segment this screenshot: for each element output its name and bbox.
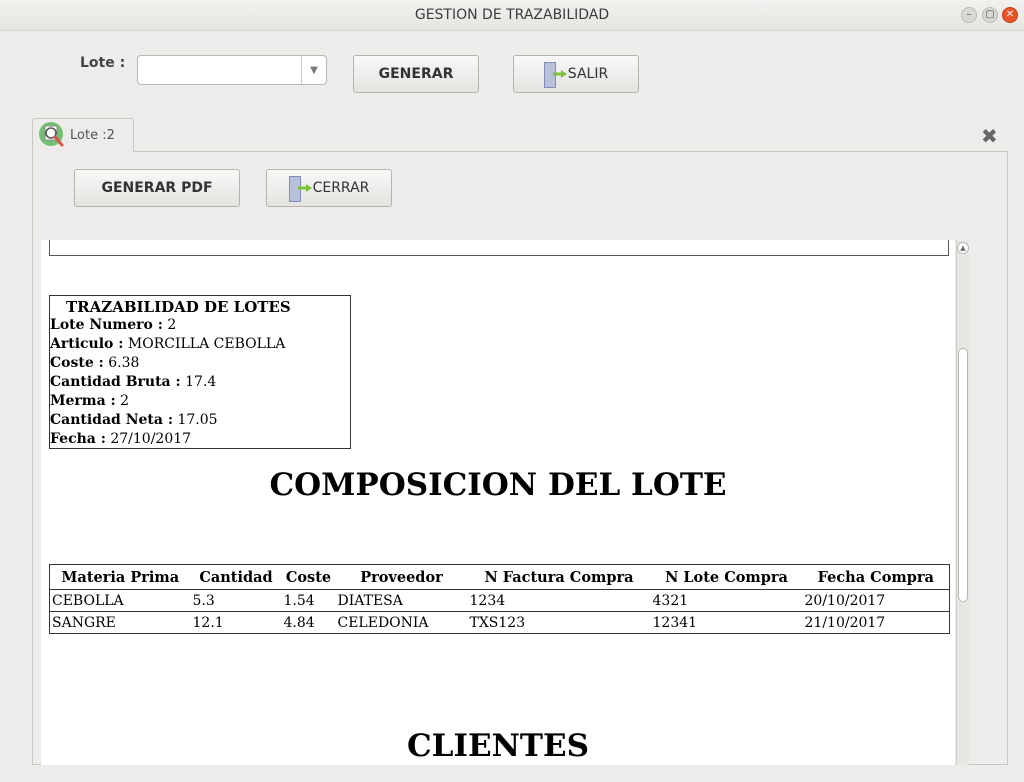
cerrar-button[interactable]: CERRAR xyxy=(266,169,392,207)
column-header: Coste xyxy=(281,564,336,590)
composition-heading: COMPOSICION DEL LOTE xyxy=(269,467,727,503)
table-cell: CELEDONIA xyxy=(335,611,468,634)
column-header: Proveedor xyxy=(335,564,468,590)
table-row: CEBOLLA 5.3 1.54 DIATESA 1234 4321 20/10… xyxy=(50,590,950,612)
table-cell: TXS123 xyxy=(467,611,651,634)
table-cell: 12341 xyxy=(650,611,803,634)
column-header: N Factura Compra xyxy=(467,564,651,590)
cerrar-button-label: CERRAR xyxy=(312,180,370,196)
exit-door-icon xyxy=(543,60,567,88)
generar-pdf-button-label: GENERAR PDF xyxy=(101,180,213,196)
info-row: Cantidad Bruta : 17.4 xyxy=(50,374,217,390)
window-title: GESTION DE TRAZABILIDAD xyxy=(414,7,610,23)
info-row: Lote Numero : 2 xyxy=(50,317,177,333)
generar-button[interactable]: GENERAR xyxy=(353,55,479,93)
salir-button[interactable]: SALIR xyxy=(513,55,639,93)
table-cell: SANGRE xyxy=(49,611,191,634)
close-window-button[interactable]: ✕ xyxy=(1002,7,1018,23)
report-header-box xyxy=(49,240,949,256)
info-row: Coste : 6.38 xyxy=(50,355,140,371)
minimize-button[interactable]: – xyxy=(961,7,977,23)
table-cell: CEBOLLA xyxy=(52,592,124,609)
tab-lote-2[interactable]: Lote :2 xyxy=(32,118,134,152)
column-header: Cantidad xyxy=(190,564,282,590)
table-cell: 4.84 xyxy=(281,611,336,634)
table-cell: DIATESA xyxy=(337,592,403,609)
table-cell: 1.54 xyxy=(283,592,315,609)
report-viewer[interactable]: TRAZABILIDAD DE LOTES Lote Numero : 2 Ar… xyxy=(41,240,955,765)
lote-combobox[interactable]: ▼ xyxy=(137,55,327,85)
generar-button-label: GENERAR xyxy=(378,66,454,82)
generar-pdf-button[interactable]: GENERAR PDF xyxy=(74,169,240,207)
table-cell: 4321 xyxy=(652,592,689,609)
title-bar: GESTION DE TRAZABILIDAD – ▢ ✕ xyxy=(0,0,1024,31)
table-cell: 21/10/2017 xyxy=(802,611,950,634)
info-row: Fecha : 27/10/2017 xyxy=(50,431,192,447)
report-scrollbar[interactable]: ▲ xyxy=(956,240,969,765)
scroll-up-icon[interactable]: ▲ xyxy=(957,242,969,254)
clients-heading: CLIENTES xyxy=(406,728,590,764)
table-cell: 20/10/2017 xyxy=(804,592,886,609)
close-tab-icon[interactable]: ✖ xyxy=(981,124,998,148)
exit-door-icon xyxy=(288,174,312,202)
column-header: Materia Prima xyxy=(49,564,191,590)
maximize-button[interactable]: ▢ xyxy=(982,7,998,23)
table-cell: 5.3 xyxy=(192,592,215,609)
salir-button-label: SALIR xyxy=(567,66,609,82)
info-title: TRAZABILIDAD DE LOTES xyxy=(66,298,291,316)
composition-table: Materia Prima Cantidad Coste Proveedor N… xyxy=(49,564,950,634)
table-cell: 12.1 xyxy=(190,611,282,634)
chevron-down-icon[interactable]: ▼ xyxy=(301,56,326,84)
scrollbar-thumb[interactable] xyxy=(958,348,968,602)
table-header-row: Materia Prima Cantidad Coste Proveedor N… xyxy=(49,564,950,590)
lot-info-box: TRAZABILIDAD DE LOTES Lote Numero : 2 Ar… xyxy=(49,295,351,449)
info-row: Cantidad Neta : 17.05 xyxy=(50,412,218,428)
info-row: Merma : 2 xyxy=(50,393,130,409)
column-header: Fecha Compra xyxy=(802,564,950,590)
lote-label: Lote : xyxy=(80,55,126,71)
search-document-icon xyxy=(39,122,64,147)
column-header: N Lote Compra xyxy=(650,564,803,590)
tab-label: Lote :2 xyxy=(70,128,115,143)
info-row: Articulo : MORCILLA CEBOLLA xyxy=(50,336,286,352)
table-cell: 1234 xyxy=(469,592,506,609)
table-row: SANGRE 12.1 4.84 CELEDONIA TXS123 12341 … xyxy=(49,611,950,634)
